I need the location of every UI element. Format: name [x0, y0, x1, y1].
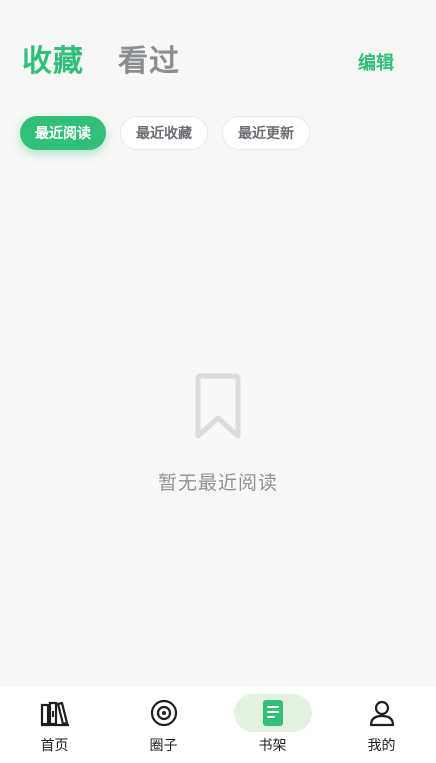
- nav-label-mine: 我的: [367, 738, 396, 754]
- circle-target-icon: [125, 694, 203, 732]
- nav-item-mine[interactable]: 我的: [327, 686, 436, 763]
- nav-item-home[interactable]: 首页: [0, 686, 109, 763]
- filter-recent-update[interactable]: 最近更新: [222, 116, 310, 150]
- filter-recent-read[interactable]: 最近阅读: [20, 116, 106, 150]
- nav-label-home: 首页: [40, 738, 69, 754]
- tab-favorites[interactable]: 收藏: [22, 47, 84, 77]
- filter-bar: 最近阅读 最近收藏 最近更新: [20, 116, 310, 150]
- nav-item-bookshelf[interactable]: 书架: [218, 686, 327, 763]
- edit-button[interactable]: 编辑: [358, 49, 394, 75]
- bottom-nav: 首页 圈子 书架 我的: [0, 686, 436, 763]
- filter-recent-favorite[interactable]: 最近收藏: [120, 116, 208, 150]
- bookmark-icon: [193, 372, 243, 442]
- user-icon: [343, 694, 421, 732]
- empty-state: 暂无最近阅读: [0, 372, 436, 495]
- tab-history[interactable]: 看过: [118, 47, 180, 77]
- empty-state-text: 暂无最近阅读: [157, 472, 278, 494]
- books-icon: [16, 694, 94, 732]
- header-tabs: 收藏 看过: [22, 42, 180, 82]
- nav-item-circle[interactable]: 圈子: [109, 686, 218, 763]
- bookshelf-icon: [233, 694, 312, 732]
- nav-label-bookshelf: 书架: [258, 738, 287, 754]
- nav-label-circle: 圈子: [149, 738, 178, 754]
